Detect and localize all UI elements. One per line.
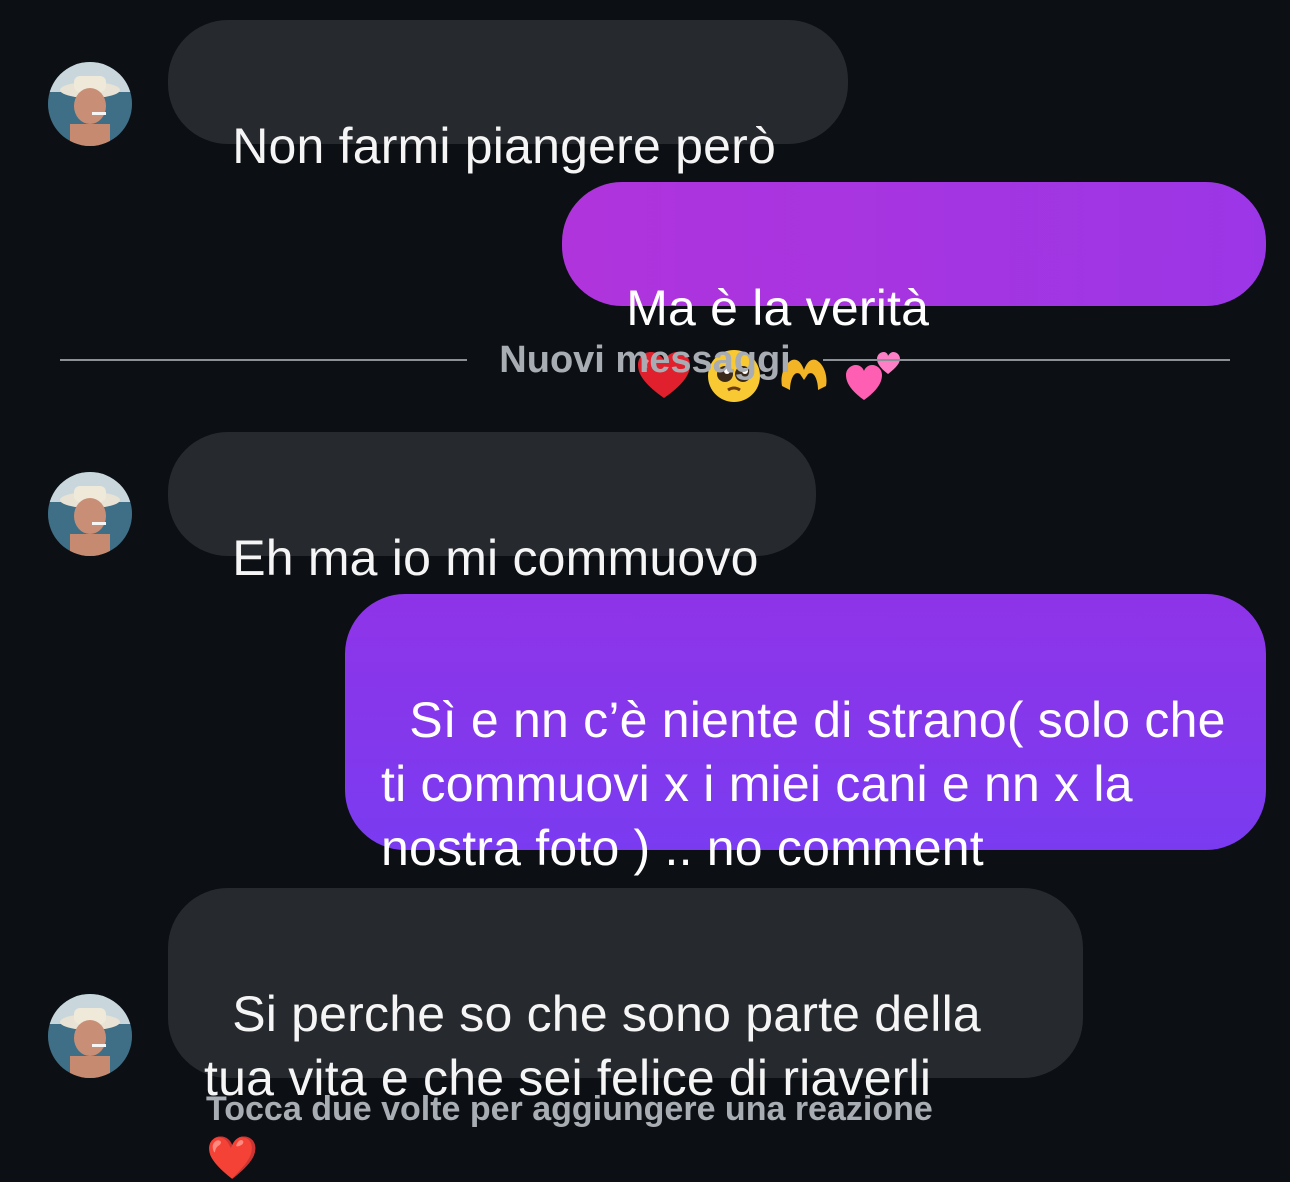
message-text: Eh ma io mi commuovo bbox=[232, 530, 759, 586]
reaction-hint: Tocca due volte per aggiungere una reazi… bbox=[206, 1090, 933, 1128]
new-messages-label: Nuovi messaggi bbox=[499, 338, 791, 381]
divider-line-right bbox=[822, 359, 1231, 361]
message-bubble-incoming[interactable]: Eh ma io mi commuovo bbox=[168, 432, 816, 586]
message-text: Si perche so che sono parte della tua vi… bbox=[204, 986, 996, 1106]
message-bubble-incoming[interactable]: Non farmi piangere però bbox=[168, 20, 848, 174]
message-text: Sì e nn c’è niente di strano( solo che t… bbox=[381, 692, 1240, 876]
message-text: Non farmi piangere però bbox=[232, 118, 776, 174]
message-text: Ma è la verità bbox=[626, 280, 930, 336]
heart-reaction-icon[interactable]: ❤️ bbox=[206, 1134, 258, 1182]
contact-avatar[interactable] bbox=[48, 62, 132, 146]
message-bubble-outgoing[interactable]: Ma è la verità bbox=[562, 182, 1266, 402]
divider-line-left bbox=[60, 359, 468, 361]
contact-avatar[interactable] bbox=[48, 472, 132, 556]
new-messages-divider: Nuovi messaggi bbox=[60, 330, 1231, 390]
contact-avatar[interactable] bbox=[48, 994, 132, 1078]
message-bubble-incoming[interactable]: Si perche so che sono parte della tua vi… bbox=[168, 888, 1083, 1106]
message-bubble-outgoing[interactable]: Sì e nn c’è niente di strano( solo che t… bbox=[345, 594, 1266, 876]
